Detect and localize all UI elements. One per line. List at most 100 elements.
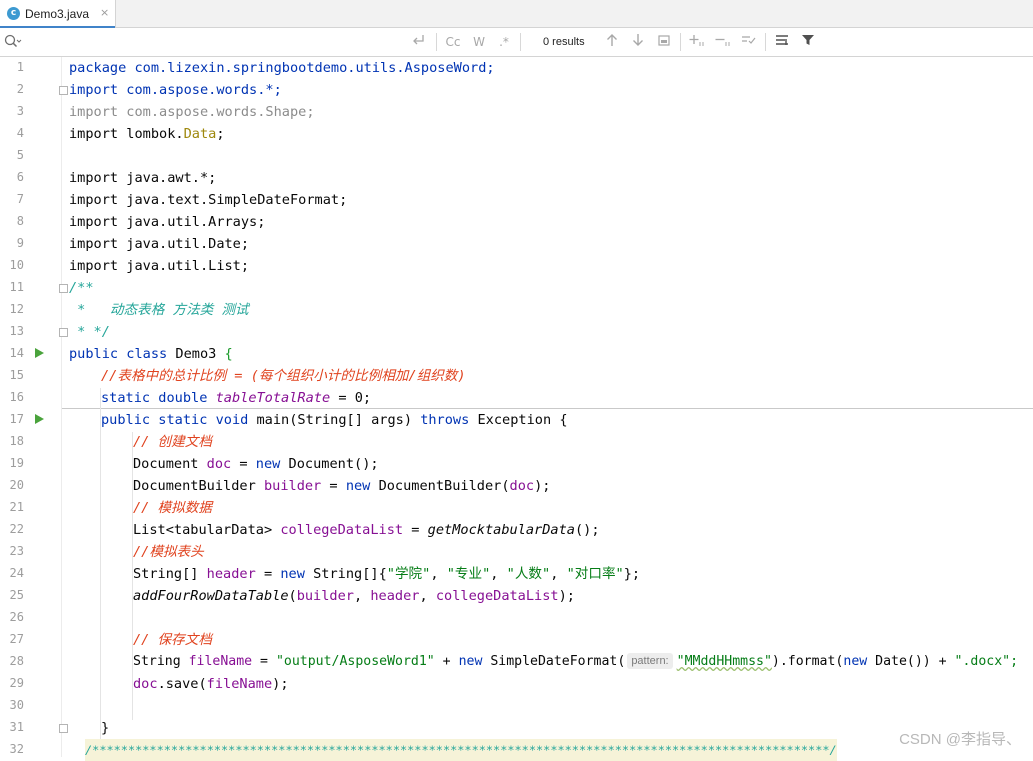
code-text: addFourRowDataTable	[133, 588, 289, 604]
code-text: import com.aspose.words.*;	[69, 82, 282, 98]
line-number: 7	[16, 192, 24, 206]
line-number: 12	[9, 302, 24, 316]
code-text: collegeDataList	[280, 522, 404, 538]
java-class-icon: c	[7, 7, 20, 20]
code-text: //表格中的总计比例 = (每个组织小计的比例相加/组织数)	[101, 368, 466, 384]
line-number: 30	[9, 698, 24, 712]
code-text: doc	[509, 478, 535, 494]
code-text: static double	[101, 390, 216, 406]
find-bar: Cc W .* 0 results	[0, 28, 1033, 57]
code-line: //模拟表头	[133, 541, 204, 563]
code-text: "MMddHHmmss"	[676, 654, 772, 669]
run-class-icon[interactable]	[35, 348, 44, 358]
regex-button[interactable]: .*	[495, 33, 513, 51]
match-case-button[interactable]: Cc	[443, 33, 463, 51]
line-number: 17	[9, 412, 24, 426]
code-text: );	[272, 676, 289, 692]
tab-demo3-java[interactable]: c Demo3.java ×	[0, 0, 116, 29]
line-number: 20	[9, 478, 24, 492]
code-text: Date()) +	[875, 654, 955, 669]
code-text: main(String[] args)	[256, 412, 421, 428]
code-text: };	[623, 566, 641, 582]
add-occurrence-icon[interactable]	[687, 33, 707, 51]
code-line: List<tabularData> collegeDataList = getM…	[133, 519, 600, 541]
code-text: new	[280, 566, 314, 582]
fold-icon[interactable]	[59, 724, 68, 733]
remove-occurrence-icon[interactable]	[713, 33, 733, 51]
fold-icon[interactable]	[59, 284, 68, 293]
toolbar-divider	[436, 33, 437, 51]
code-text: // 创建文档	[133, 434, 212, 450]
new-line-icon[interactable]	[410, 33, 428, 51]
code-line: String[] header = new String[]{"学院", "专业…	[133, 563, 640, 585]
code-text: header	[206, 566, 256, 582]
run-main-icon[interactable]	[35, 414, 44, 424]
code-text: =	[321, 478, 346, 494]
code-text: );	[534, 478, 551, 494]
code-text: "专业"	[446, 566, 491, 582]
code-text: // 模拟数据	[133, 500, 212, 516]
code-line: // 保存文档	[133, 629, 212, 651]
line-number: 25	[9, 588, 24, 602]
toolbar-divider	[765, 33, 766, 51]
code-text: ).format(	[771, 654, 844, 669]
select-all-matches-icon[interactable]	[739, 33, 759, 51]
code-text: /***************************************…	[85, 743, 837, 757]
code-text: import lombok.	[69, 126, 184, 142]
line-number: 1	[16, 60, 24, 74]
code-text: Exception {	[477, 412, 568, 428]
code-text: new	[255, 456, 289, 472]
watermark: CSDN @李指导、	[899, 731, 1021, 748]
line-number: 2	[16, 82, 24, 96]
parameter-hint: pattern:	[627, 653, 673, 669]
code-line: doc.save(fileName);	[133, 673, 289, 695]
line-number: 27	[9, 632, 24, 646]
line-number: 29	[9, 676, 24, 690]
line-number: 10	[9, 258, 24, 272]
code-line: import lombok.Data;	[69, 123, 225, 145]
code-text: new	[843, 654, 876, 669]
line-number: 31	[9, 720, 24, 734]
code-text: "output/AsposeWord1"	[275, 654, 435, 669]
code-text: DocumentBuilder	[133, 478, 264, 494]
code-text: String[]{	[313, 566, 387, 582]
line-number: 13	[9, 324, 24, 338]
words-button[interactable]: W	[470, 33, 488, 51]
code-text: import java.util.Date;	[69, 236, 250, 252]
code-text: =	[252, 654, 276, 669]
select-all-occurrences-icon[interactable]	[655, 33, 673, 51]
code-text: ,	[353, 588, 371, 604]
filter-search-results-icon[interactable]	[773, 33, 791, 51]
search-input[interactable]	[26, 32, 410, 54]
arrow-up-icon[interactable]	[603, 33, 621, 51]
code-editor[interactable]: 1 2 3 4 5 6 7 8 9 10 11 12 13 14 15 16 1…	[0, 57, 1033, 761]
code-text: builder	[296, 588, 354, 604]
code-text: header	[370, 588, 420, 604]
code-text: =	[403, 522, 428, 538]
line-number: 21	[9, 500, 24, 514]
code-text: ;	[216, 126, 225, 142]
arrow-down-icon[interactable]	[629, 33, 647, 51]
code-text: // 保存文档	[133, 632, 212, 648]
code-area[interactable]: package com.lizexin.springbootdemo.utils…	[69, 57, 1033, 761]
search-icon[interactable]	[4, 34, 22, 54]
code-text: ,	[490, 566, 507, 582]
code-text: getMocktabularData	[427, 522, 575, 538]
code-text: Document	[133, 456, 207, 472]
filter-icon[interactable]	[799, 33, 817, 51]
code-line: }	[101, 717, 109, 739]
code-line: /***************************************…	[85, 739, 837, 761]
code-line: DocumentBuilder builder = new DocumentBu…	[133, 475, 550, 497]
code-text: new	[458, 654, 491, 669]
fold-icon[interactable]	[59, 86, 68, 95]
code-text: tableTotalRate	[215, 390, 331, 406]
code-line: // 创建文档	[133, 431, 212, 453]
close-icon[interactable]: ×	[100, 6, 109, 19]
code-text: (	[288, 588, 297, 604]
code-text: ".docx";	[954, 654, 1019, 669]
code-line: addFourRowDataTable(builder, header, col…	[133, 585, 575, 607]
fold-icon[interactable]	[59, 328, 68, 337]
code-line: import java.awt.*;	[69, 167, 216, 189]
line-number: 11	[9, 280, 24, 294]
code-line: String fileName = "output/AsposeWord1" +…	[133, 651, 1018, 673]
